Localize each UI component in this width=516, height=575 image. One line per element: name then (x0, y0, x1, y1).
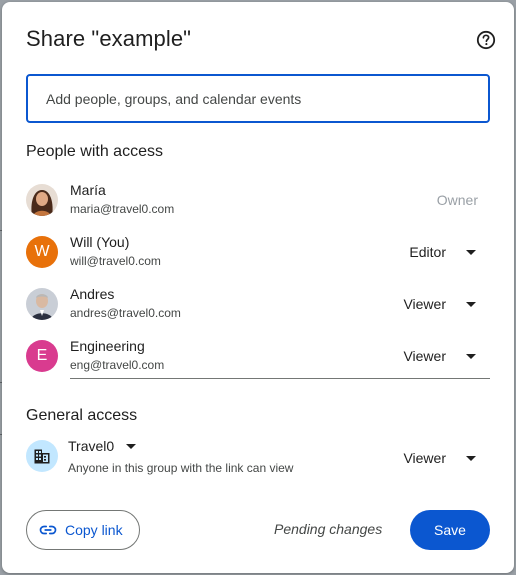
copy-link-button[interactable]: Copy link (26, 510, 140, 550)
link-icon (39, 525, 57, 535)
person-name: Engineering (70, 338, 145, 354)
role-label: Viewer (403, 296, 446, 312)
divider (70, 378, 490, 379)
role-label: Editor (409, 244, 446, 260)
person-email: maria@travel0.com (70, 202, 175, 216)
role-dropdown[interactable]: Viewer (403, 444, 476, 472)
group-name: Travel0 (68, 438, 115, 454)
general-access-row: Travel0 Anyone in this group with the li… (26, 438, 490, 480)
dropdown-arrow-icon (466, 455, 476, 461)
pending-changes-text: Pending changes (274, 521, 383, 537)
general-access-heading: General access (26, 407, 138, 424)
avatar: W (26, 236, 58, 268)
general-access-description: Anyone in this group with the link can v… (68, 461, 294, 475)
avatar: E (26, 340, 58, 372)
general-access-group-dropdown[interactable]: Travel0 (68, 438, 137, 454)
avatar-letter: W (34, 243, 50, 260)
role-label: Viewer (403, 450, 446, 466)
save-button[interactable]: Save (410, 510, 490, 550)
person-row: Andres andres@travel0.com Viewer (26, 286, 490, 326)
person-row: María maria@travel0.com Owner (26, 182, 490, 222)
role-dropdown[interactable]: Viewer (403, 342, 476, 370)
person-row: E Engineering eng@travel0.com Viewer (26, 338, 490, 378)
help-circle-icon[interactable] (476, 30, 496, 50)
avatar (26, 288, 58, 320)
dropdown-arrow-icon (466, 301, 476, 307)
person-name: Will (You) (70, 234, 130, 250)
avatar-letter: E (36, 347, 48, 364)
person-row: W Will (You) will@travel0.com Editor (26, 234, 490, 274)
person-email: eng@travel0.com (70, 358, 165, 372)
dialog-title: Share "example" (26, 26, 192, 51)
domain-building-icon (26, 440, 58, 472)
people-with-access-heading: People with access (26, 143, 163, 160)
person-name: Andres (70, 286, 115, 302)
person-name: María (70, 182, 106, 198)
share-dialog: Share "example" People with access María… (2, 2, 514, 573)
person-email: andres@travel0.com (70, 306, 181, 320)
role-dropdown[interactable]: Viewer (403, 290, 476, 318)
role-label: Viewer (403, 348, 446, 364)
copy-link-label: Copy link (65, 522, 123, 538)
dropdown-arrow-icon (126, 443, 137, 449)
add-people-field[interactable] (26, 74, 490, 123)
role-dropdown[interactable]: Editor (409, 238, 476, 266)
avatar (26, 184, 58, 216)
person-email: will@travel0.com (70, 254, 161, 268)
dropdown-arrow-icon (466, 353, 476, 359)
dropdown-arrow-icon (466, 249, 476, 255)
add-people-input[interactable] (28, 76, 488, 121)
owner-label: Owner (436, 192, 478, 208)
